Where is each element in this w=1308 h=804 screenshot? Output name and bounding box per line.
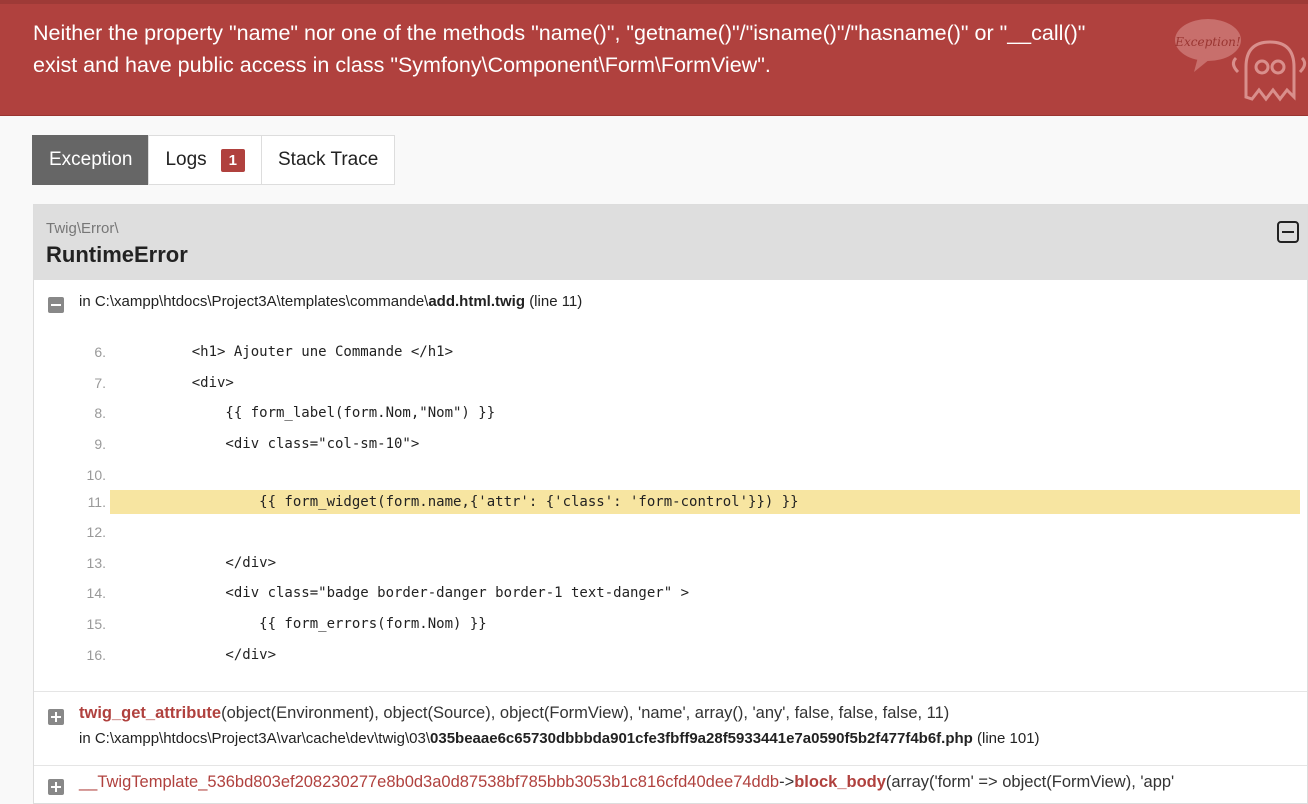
line-number: 16.: [86, 647, 106, 663]
line-source: <div>: [158, 375, 234, 391]
tab-exception[interactable]: Exception: [32, 135, 150, 185]
expand-trace-icon[interactable]: [48, 709, 64, 725]
line-source: </div>: [158, 647, 277, 663]
trace-args: object(Environment), object(Source), obj…: [226, 704, 950, 722]
code-line: 15. {{ form_errors(form.Nom) }}: [34, 612, 1308, 636]
logs-count-badge: 1: [220, 148, 245, 172]
line-source: <div class="badge border-danger border-1…: [158, 585, 690, 601]
location-line: (line 11): [529, 293, 583, 310]
exception-ghost-icon: Exception!: [1174, 19, 1307, 102]
expand-trace-icon[interactable]: [48, 779, 64, 795]
collapse-icon[interactable]: [1277, 221, 1299, 243]
tab-stack-trace-label: Stack Trace: [278, 149, 379, 170]
line-number: 15.: [86, 616, 106, 632]
ghost-text: Exception!: [1174, 35, 1241, 49]
exception-location: in C:\xampp\htdocs\Project3A\templates\c…: [79, 293, 582, 310]
line-source: <h1> Ajouter une Commande </h1>: [158, 344, 454, 360]
line-number: 11.: [87, 494, 106, 510]
code-line: 13. </div>: [34, 551, 1308, 575]
line-number: 8.: [94, 405, 106, 421]
line-source: </div>: [158, 555, 277, 571]
trace-location-prefix: in C:\xampp\htdocs\Project3A\var\cache\d…: [79, 730, 431, 747]
location-file: add.html.twig: [428, 293, 526, 310]
line-source: {{ form_widget(form.name,{'attr': {'clas…: [158, 494, 799, 510]
trace-arrow: ->: [779, 773, 795, 791]
line-number: 12.: [86, 524, 106, 540]
error-header: Neither the property "name" nor one of t…: [0, 0, 1308, 116]
code-line: 6. <h1> Ajouter une Commande </h1>: [34, 340, 1308, 364]
tab-logs[interactable]: Logs 1: [148, 135, 262, 185]
trace-entry: __TwigTemplate_536bd803ef208230277e8b0d3…: [79, 773, 1174, 792]
line-number: 7.: [94, 375, 106, 391]
code-line: 8. {{ form_label(form.Nom,"Nom") }}: [34, 401, 1308, 425]
code-line: 9. <div class="col-sm-10">: [34, 432, 1308, 456]
line-number: 9.: [94, 436, 106, 452]
divider: [34, 765, 1307, 766]
tab-exception-label: Exception: [49, 149, 133, 170]
exception-panel: Twig\Error\ RuntimeError in C:\xampp\htd…: [33, 204, 1308, 804]
collapse-trace-icon[interactable]: [48, 297, 64, 313]
trace-function: twig_get_attribute: [79, 704, 222, 722]
exception-message-line2: exist and have public access in class "S…: [33, 53, 771, 77]
line-source: {{ form_label(form.Nom,"Nom") }}: [158, 405, 496, 421]
trace-location-line: (line 101): [977, 730, 1040, 747]
code-line: 10.: [34, 463, 1308, 487]
trace-class: __TwigTemplate_536bd803ef208230277e8b0d3…: [79, 773, 780, 791]
exception-class: RuntimeError: [46, 242, 188, 267]
line-source: <div class="col-sm-10">: [158, 436, 420, 452]
exception-panel-header: Twig\Error\ RuntimeError: [34, 205, 1307, 280]
exception-namespace: Twig\Error\: [46, 220, 119, 237]
code-line: 12.: [34, 520, 1308, 544]
trace-location-file: 035beaae6c65730dbbbda901cfe3fbff9a28f593…: [430, 730, 973, 747]
code-line: 7. <div>: [34, 371, 1308, 395]
tab-stack-trace[interactable]: Stack Trace: [261, 135, 396, 185]
line-source: {{ form_errors(form.Nom) }}: [158, 616, 487, 632]
tab-bar: Exception Logs 1 Stack Trace: [32, 135, 396, 185]
line-number: 6.: [94, 344, 106, 360]
line-number: 14.: [86, 585, 106, 601]
line-number: 10.: [86, 467, 106, 483]
code-line: 16. </div>: [34, 643, 1308, 667]
code-line: 14. <div class="badge border-danger bord…: [34, 581, 1308, 605]
trace-entry: twig_get_attribute(object(Environment), …: [79, 704, 949, 723]
exception-message-line1: Neither the property "name" nor one of t…: [33, 21, 1086, 45]
location-prefix: in C:\xampp\htdocs\Project3A\templates\c…: [79, 293, 429, 310]
trace-location: in C:\xampp\htdocs\Project3A\var\cache\d…: [79, 730, 1040, 747]
tab-logs-label: Logs: [165, 149, 207, 170]
divider: [34, 691, 1307, 692]
code-line-highlighted: 11. {{ form_widget(form.name,{'attr': {'…: [34, 490, 1308, 514]
trace-method: block_body: [794, 773, 886, 791]
trace-args: (array('form' => object(FormView), 'app': [885, 773, 1175, 791]
exception-message: Neither the property "name" nor one of t…: [33, 17, 1163, 81]
line-number: 13.: [86, 555, 106, 571]
